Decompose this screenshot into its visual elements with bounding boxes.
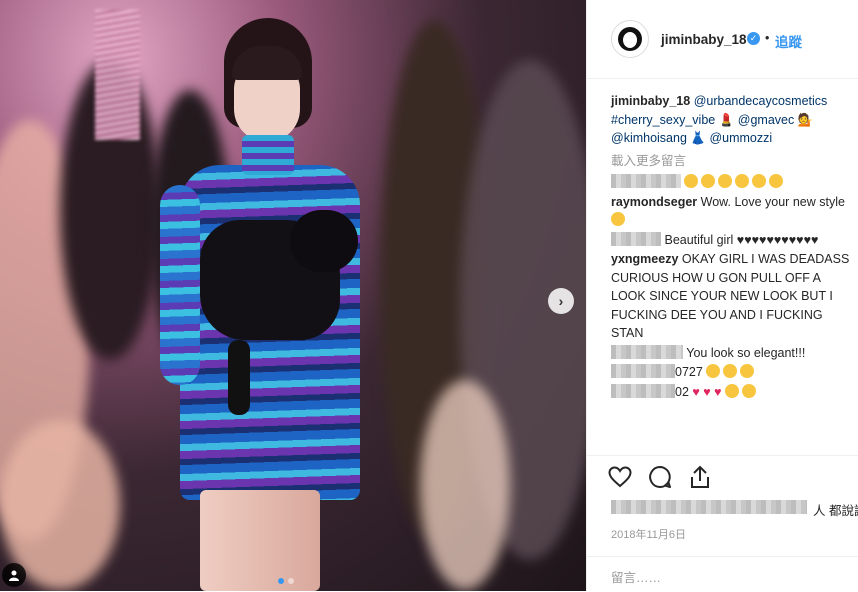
blurred-username [611,231,661,246]
background-blur [420,380,510,590]
add-comment-field[interactable]: 留言…… [587,556,858,592]
blurred-username [611,344,683,359]
list-item: yxngmeezy OKAY GIRL I WAS DEADASS CURIOU… [611,250,851,343]
caption: jiminbaby_18 @urbandecaycosmetics #cherr… [611,92,851,148]
follow-button[interactable]: 追蹤 [775,31,802,51]
post-actions: 人 都說讚 2018年11月6日 [587,455,858,544]
kiss-emoji [742,383,757,398]
arm [160,185,200,385]
blurred-username [611,174,681,188]
list-item [611,173,851,192]
heart-icon[interactable] [605,462,635,492]
heart-eyes-emoji [723,364,738,378]
verified-badge-icon: ✓ [747,32,760,45]
add-comment-placeholder: 留言…… [611,571,662,585]
heart-emojis: ♥♥♥♥♥♥♥♥♥♥♥ [736,232,819,247]
mention-link[interactable]: @gmavec [738,113,794,127]
lipstick-emoji: 💄 [718,112,735,127]
comment-text: Beautiful girl [664,232,734,247]
comment-text: You look so elegant!!! [686,345,806,360]
scream-emoji [701,174,716,188]
list-item: Beautiful girl ♥♥♥♥♥♥♥♥♥♥♥ [611,231,851,250]
wink-emoji [740,364,755,378]
share-icon[interactable] [685,462,715,492]
mention-link[interactable]: @ummozzi [709,131,772,145]
dress-emoji: 👗 [690,131,706,145]
blurred-username [611,383,675,398]
scream-emoji [769,174,784,188]
post-photo[interactable]: › [0,0,586,591]
carousel-dot [288,578,294,584]
scream-emoji [752,174,767,188]
caption-username[interactable]: jiminbaby_18 [611,94,690,108]
comment-username[interactable]: raymondseger [611,195,697,209]
hashtag-link[interactable]: #cherry_sexy_vibe [611,113,715,127]
likes-count[interactable] [611,500,807,516]
wink-emoji [725,383,740,398]
wink-emoji [611,212,625,226]
legs [200,490,320,591]
separator-dot: • [765,31,770,45]
chevron-right-icon[interactable]: › [548,288,574,314]
load-more-comments[interactable]: 載入更多留言 [611,152,851,171]
blurred-likes [611,500,807,514]
post-date[interactable]: 2018年11月6日 [611,526,686,542]
scream-emoji [684,174,699,188]
mention-link[interactable]: @urbandecaycosmetics [694,94,828,108]
list-item: 0727 [611,363,851,382]
scream-emoji [718,174,733,188]
blurred-username [611,364,675,378]
list-item: You look so elegant!!! [611,344,851,363]
post-side-panel: jiminbaby_18 ✓ • 追蹤 jiminbaby_18 @urband… [586,0,858,591]
comment-text: 0727 [675,365,703,379]
likes-suffix: 人 都說讚 [813,504,858,518]
black-cat-head [290,210,358,272]
user-tag-icon[interactable] [2,563,26,587]
carousel-dots [278,578,294,584]
list-item: raymondseger Wow. Love your new style [611,193,851,230]
comment-list: jiminbaby_18 @urbandecaycosmetics #cherr… [611,92,851,402]
person-emoji: 💁 [797,112,814,127]
heart-eyes-emoji [706,364,721,378]
header-username[interactable]: jiminbaby_18 [661,32,747,47]
carousel-dot-active [278,578,284,584]
scream-emoji [735,174,750,188]
comment-text: 02 [675,384,689,399]
avatar-face [623,32,637,48]
comment-username[interactable]: yxngmeezy [611,252,678,266]
sparkle-curtain [95,10,140,140]
turtleneck [242,135,294,175]
avatar[interactable] [611,20,649,58]
comment-text: Wow. Love your new style [700,194,845,209]
comment-icon[interactable] [645,462,675,492]
black-cat-leg [228,340,250,415]
heart-emojis: ♥ ♥ ♥ [692,384,722,399]
woman-figure [160,10,375,591]
list-item: 02 ♥ ♥ ♥ [611,383,851,402]
mention-link[interactable]: @kimhoisang [611,131,687,145]
post-header: jiminbaby_18 ✓ • 追蹤 [587,0,858,79]
